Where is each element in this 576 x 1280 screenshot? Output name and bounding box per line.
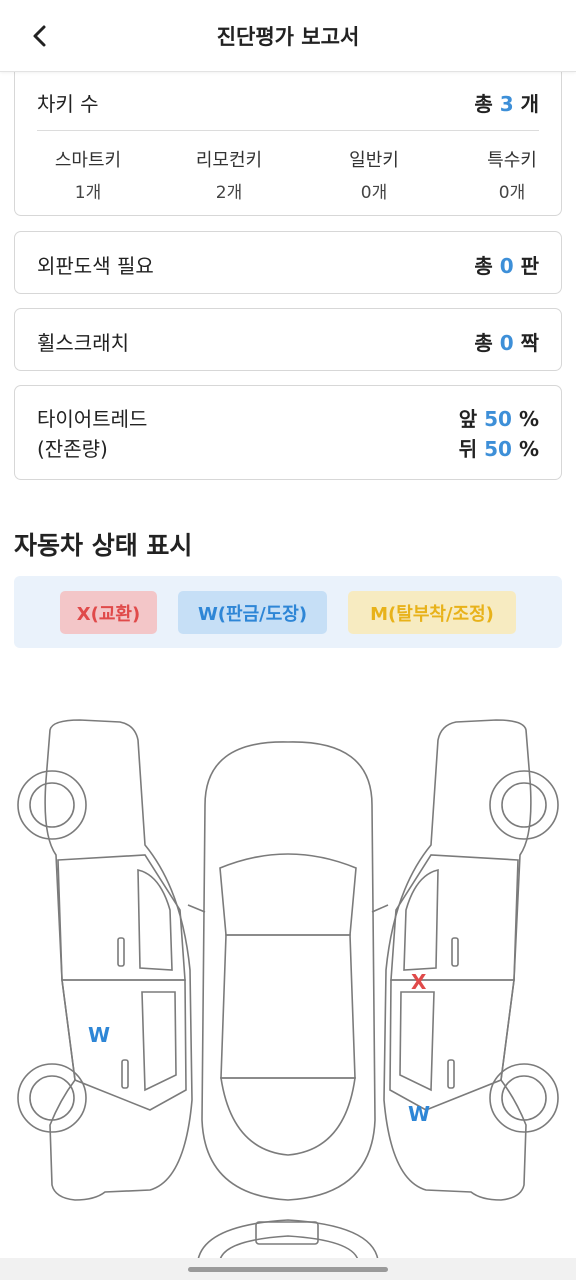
app-header: 진단평가 보고서 [0,0,576,72]
key-count-card: 차키 수 총 3 개 스마트키 1개 리모컨키 2개 일반키 0개 특수키 0개 [14,60,562,216]
tire-label: 타이어트레드 (잔존량) [37,404,147,464]
key-type-name: 리모컨키 [195,150,263,171]
top-view-body [201,741,376,1201]
status-legend: X(교환) W(판금/도장) M(탈부착/조정) [14,576,562,648]
total-prefix: 총 [474,331,493,355]
mark-right-front-door[interactable]: X [411,970,426,994]
total-unit: 판 [520,254,539,278]
paint-label: 외판도색 필요 [37,254,154,278]
key-type-count: 1개 [74,183,102,203]
system-nav-bar [0,1258,576,1280]
key-type-name: 스마트키 [54,150,122,171]
total-prefix: 총 [474,92,493,116]
tire-values: 앞 50 % 뒤 50 % [459,404,539,464]
key-type-smart: 스마트키 1개 [28,146,148,203]
divider [37,130,539,131]
key-type-normal: 일반키 0개 [314,146,434,203]
paint-number: 0 [499,254,514,278]
key-type-name: 특수키 [487,150,537,171]
tire-label-line1: 타이어트레드 [37,407,148,431]
tire-rear-value: 50 [484,437,512,461]
key-type-name: 일반키 [349,150,399,171]
key-count-total: 총 3 개 [474,88,539,117]
wheel-number: 0 [499,331,514,355]
key-type-special: 특수키 0개 [452,146,572,203]
paint-row: 외판도색 필요 총 0 판 [37,250,539,279]
paint-needed-card: 외판도색 필요 총 0 판 [14,231,562,294]
key-total-number: 3 [499,92,514,116]
wheel-row: 휠스크래치 총 0 짝 [37,327,539,356]
tire-unit: % [518,437,539,461]
wheel-total: 총 0 짝 [474,327,539,356]
key-count-row: 차키 수 총 3 개 [37,88,539,117]
tire-rear-row: 뒤 50 % [459,434,539,464]
legend-sheet-metal: W(판금/도장) [178,591,327,634]
home-indicator[interactable] [188,1267,388,1272]
car-outline-icon [17,719,559,1261]
section-title: 자동차 상태 표시 [14,531,193,560]
tire-unit: % [518,407,539,431]
tire-tread-card: 타이어트레드 (잔존량) 앞 50 % 뒤 50 % [14,385,562,480]
tire-label-line2: (잔존량) [37,437,108,461]
car-condition-diagram: W X W [0,680,576,1261]
total-unit: 짝 [520,331,539,355]
mark-right-front-fender[interactable]: W [408,1102,430,1126]
tire-front-label: 앞 [458,407,478,431]
wheel-scratch-card: 휠스크래치 총 0 짝 [14,308,562,371]
key-type-count: 0개 [498,183,526,203]
key-count-label: 차키 수 [37,92,99,116]
key-type-count: 2개 [215,183,243,203]
legend-detach: M(탈부착/조정) [348,591,516,634]
tire-front-row: 앞 50 % [459,404,539,434]
key-type-remote: 리모컨키 2개 [169,146,289,203]
paint-total: 총 0 판 [474,250,539,279]
legend-exchange: X(교환) [60,591,157,634]
wheel-label: 휠스크래치 [37,331,129,355]
total-unit: 개 [520,92,539,116]
key-type-count: 0개 [360,183,388,203]
page-title: 진단평가 보고서 [216,25,360,49]
tire-rear-label: 뒤 [458,437,478,461]
tire-front-value: 50 [484,407,512,431]
total-prefix: 총 [474,254,493,278]
mark-left-rear-door[interactable]: W [88,1023,110,1047]
